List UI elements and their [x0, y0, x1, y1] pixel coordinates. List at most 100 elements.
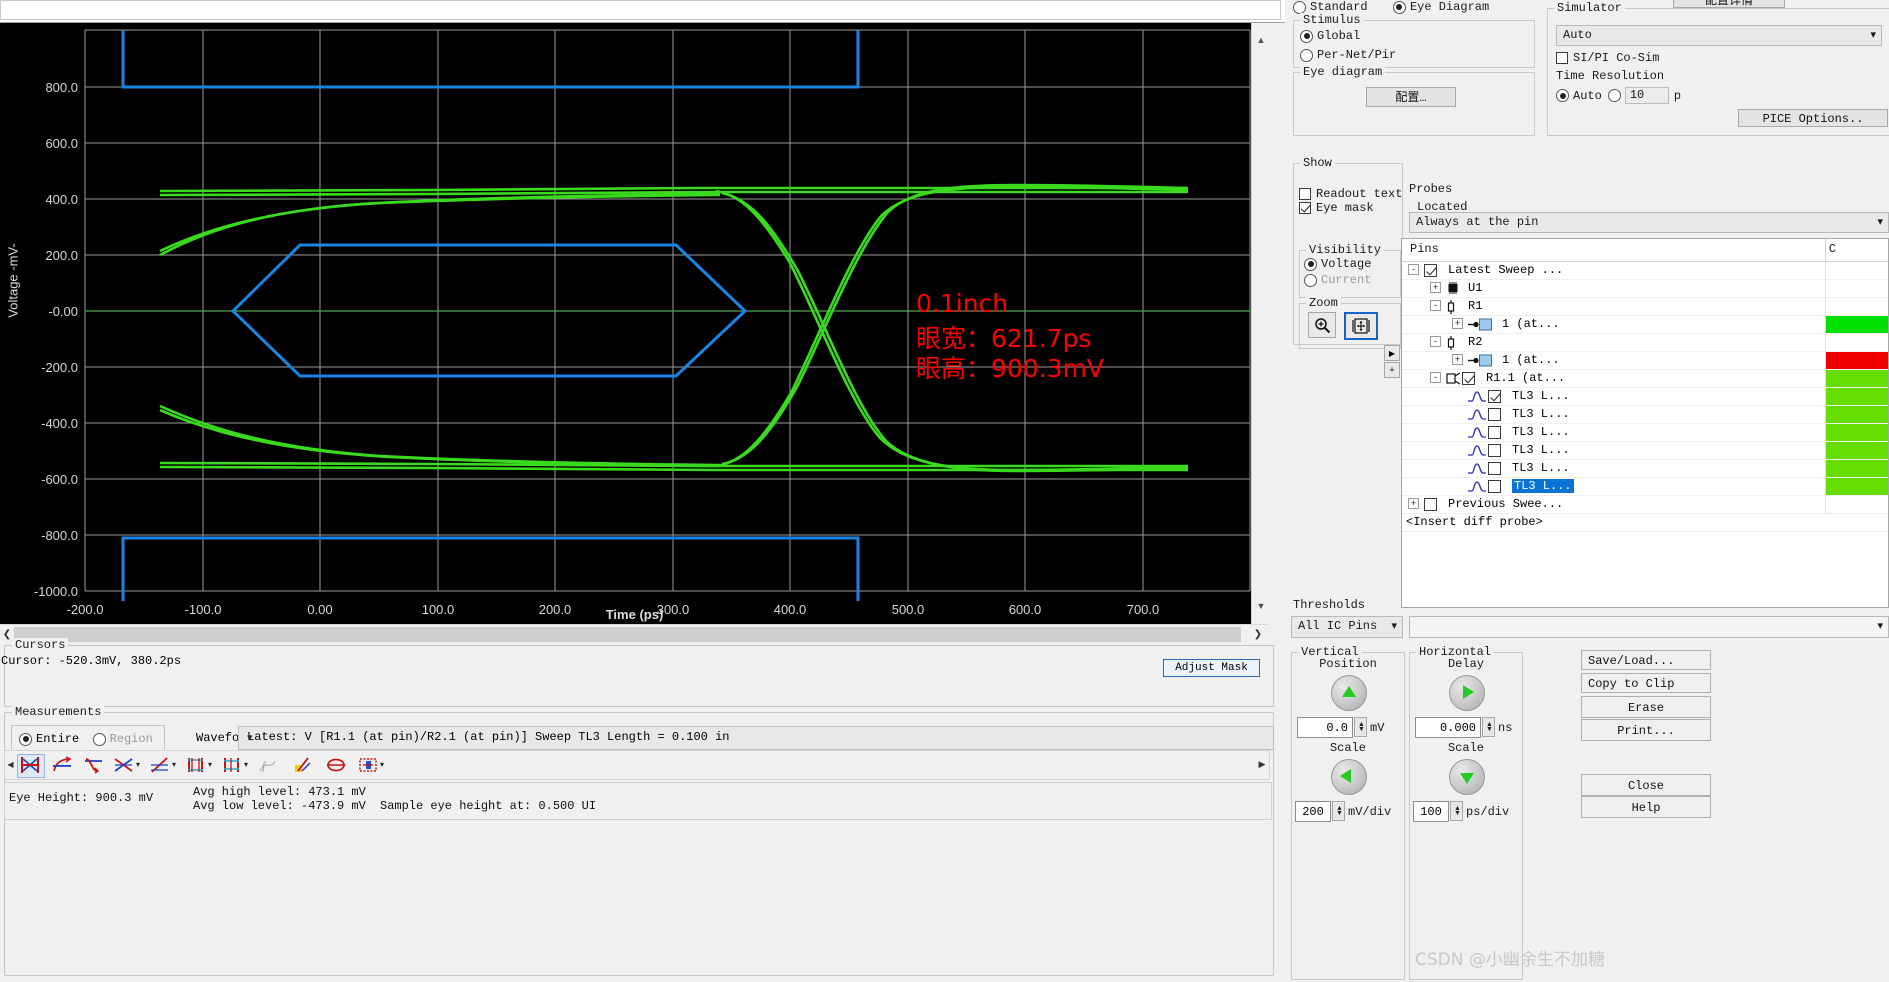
- horizontal-delay-input[interactable]: 0.000: [1415, 717, 1481, 738]
- rise-fall-dropdown-icon[interactable]: ▾: [136, 760, 144, 769]
- adjust-mask-button[interactable]: Adjust Mask: [1163, 659, 1260, 677]
- erase-button[interactable]: Erase: [1581, 696, 1711, 718]
- copy-to-clipboard-button[interactable]: Copy to Clip: [1581, 673, 1711, 693]
- add-probe-button[interactable]: +: [1384, 362, 1400, 378]
- insert-diff-probe-row[interactable]: <Insert diff probe>: [1402, 514, 1888, 532]
- eye-diagram-plot[interactable]: 800.0 600.0 400.0 200.0 -0.00 -200.0 -40…: [0, 23, 1269, 624]
- eye-width-dropdown-icon[interactable]: ▾: [244, 760, 252, 769]
- table-row[interactable]: TL3 L...: [1402, 442, 1888, 460]
- magnifier-plus-icon[interactable]: [1308, 312, 1336, 338]
- resolution-value-field[interactable]: 10: [1624, 87, 1669, 104]
- row-checkbox[interactable]: [1488, 462, 1501, 475]
- vertical-scale-spinner[interactable]: ▲ ▼: [1332, 801, 1345, 821]
- thresholds-select[interactable]: All IC Pins ▾: [1291, 616, 1403, 638]
- radio-resolution-auto[interactable]: Auto: [1556, 89, 1602, 103]
- row-checkbox[interactable]: [1462, 372, 1475, 385]
- marker-measure-button[interactable]: [291, 754, 319, 778]
- hscroll-thumb[interactable]: [14, 627, 966, 642]
- plot-horizontal-scrollbar[interactable]: ❮ ❯: [0, 624, 1269, 644]
- tree-expander[interactable]: +: [1452, 318, 1463, 329]
- zoom-fit-icon[interactable]: [1344, 312, 1378, 340]
- radio-entire[interactable]: Entire: [19, 732, 79, 746]
- eye-aperture-button[interactable]: [323, 754, 351, 778]
- vertical-position-spinner[interactable]: ▲ ▼: [1354, 717, 1367, 737]
- vertical-position-input[interactable]: 0.0: [1297, 717, 1353, 738]
- radio-region[interactable]: Region: [92, 732, 153, 746]
- horizontal-scale-spinner[interactable]: ▲ ▼: [1450, 801, 1463, 821]
- configure-eye-button[interactable]: 配置…: [1366, 87, 1456, 107]
- table-row[interactable]: TL3 L...: [1402, 424, 1888, 442]
- row-checkbox[interactable]: [1424, 498, 1437, 511]
- eye-mask-button[interactable]: [355, 754, 383, 778]
- vertical-scale-knob[interactable]: [1331, 759, 1367, 795]
- row-checkbox[interactable]: [1488, 444, 1501, 457]
- tree-expander[interactable]: +: [1452, 354, 1463, 365]
- radio-resolution-manual-dot[interactable]: [1607, 89, 1621, 102]
- print-button[interactable]: Print...: [1581, 719, 1711, 741]
- spice-options-button[interactable]: PICE Options..: [1738, 109, 1888, 127]
- horizontal-delay-spinner[interactable]: ▲ ▼: [1482, 717, 1495, 737]
- hscroll-track[interactable]: [14, 627, 1241, 642]
- toolbar-overflow-icon[interactable]: ▶: [1256, 754, 1268, 775]
- probes-tree[interactable]: Pins C - Latest Sweep ... + U1- R1 +1 (at... -…: [1401, 238, 1889, 608]
- table-row[interactable]: TL3 L...: [1402, 460, 1888, 478]
- close-button[interactable]: Close: [1581, 774, 1711, 796]
- help-button[interactable]: Help: [1581, 796, 1711, 818]
- top-configure-button[interactable]: 配置详情: [1673, 0, 1785, 8]
- eye-mask-dropdown-icon[interactable]: ▾: [380, 760, 388, 769]
- vertical-position-knob[interactable]: [1331, 675, 1367, 711]
- eye-width-measure-button[interactable]: [219, 754, 247, 778]
- rise-fall-measure-button[interactable]: [111, 754, 139, 778]
- overshoot-dropdown-icon[interactable]: ▾: [208, 760, 216, 769]
- table-row[interactable]: TL3 L...: [1402, 388, 1888, 406]
- simulator-select[interactable]: Auto ▾: [1556, 25, 1882, 46]
- expand-right-button[interactable]: ▶: [1384, 345, 1400, 361]
- row-checkbox[interactable]: [1488, 426, 1501, 439]
- tree-expander[interactable]: -: [1430, 300, 1441, 311]
- thresholds-second-select[interactable]: ▾: [1409, 616, 1889, 638]
- toolbar-grip-icon[interactable]: ◀: [6, 754, 15, 775]
- table-row[interactable]: TL3 L...: [1402, 478, 1888, 496]
- eye-jitter-measure-button[interactable]: [81, 754, 109, 778]
- overshoot-measure-button[interactable]: [183, 754, 211, 778]
- tree-expander[interactable]: -: [1430, 372, 1441, 383]
- table-row[interactable]: - R1.1 (at...: [1402, 370, 1888, 388]
- table-row[interactable]: - R1: [1402, 298, 1888, 316]
- save-load-button[interactable]: Save/Load...: [1581, 650, 1711, 670]
- table-row[interactable]: TL3 L...: [1402, 406, 1888, 424]
- tree-expander[interactable]: -: [1408, 264, 1419, 275]
- table-row[interactable]: +1 (at...: [1402, 352, 1888, 370]
- horizontal-scale-input[interactable]: 100: [1413, 801, 1449, 822]
- scroll-up-icon[interactable]: ▲: [1252, 31, 1270, 48]
- radio-per-net[interactable]: Per-Net/Pir: [1300, 48, 1396, 62]
- row-checkbox[interactable]: [1488, 480, 1501, 493]
- waveform-select[interactable]: Latest: V [R1.1 (at pin)/R2.1 (at pin)] …: [238, 726, 1274, 750]
- radio-eye-diagram[interactable]: Eye Diagram: [1392, 0, 1489, 14]
- table-row[interactable]: - Latest Sweep ...: [1402, 262, 1888, 280]
- scroll-down-icon[interactable]: ▼: [1252, 597, 1270, 614]
- table-row[interactable]: +1 (at...: [1402, 316, 1888, 334]
- eye-height-measure-button[interactable]: [17, 754, 45, 778]
- located-select[interactable]: Always at the pin ▾: [1409, 212, 1889, 233]
- table-row[interactable]: + Previous Swee...: [1402, 496, 1888, 514]
- horizontal-delay-knob[interactable]: [1449, 675, 1485, 711]
- readout-text-checkbox[interactable]: Readout text: [1299, 187, 1402, 201]
- scroll-right-icon[interactable]: ❯: [1251, 627, 1265, 642]
- vertical-scale-input[interactable]: 200: [1295, 801, 1331, 822]
- tree-expander[interactable]: -: [1430, 336, 1441, 347]
- tree-expander[interactable]: +: [1408, 498, 1419, 509]
- plot-vertical-scrollbar[interactable]: ▲ ▼: [1251, 23, 1270, 624]
- si-pi-cosim-checkbox[interactable]: SI/PI Co-Sim: [1556, 51, 1659, 65]
- table-row[interactable]: - R2: [1402, 334, 1888, 352]
- radio-current[interactable]: Current: [1304, 273, 1371, 287]
- eye-crossing-measure-button[interactable]: [49, 754, 77, 778]
- tree-expander[interactable]: +: [1430, 282, 1441, 293]
- slew-measure-button[interactable]: [147, 754, 175, 778]
- row-checkbox[interactable]: [1488, 390, 1501, 403]
- slew-dropdown-icon[interactable]: ▾: [172, 760, 180, 769]
- table-row[interactable]: + U1: [1402, 280, 1888, 298]
- horizontal-scale-knob[interactable]: [1449, 759, 1485, 795]
- radio-voltage[interactable]: Voltage: [1304, 257, 1371, 271]
- radio-global[interactable]: Global: [1300, 29, 1360, 43]
- radio-standard[interactable]: Standard: [1293, 0, 1368, 14]
